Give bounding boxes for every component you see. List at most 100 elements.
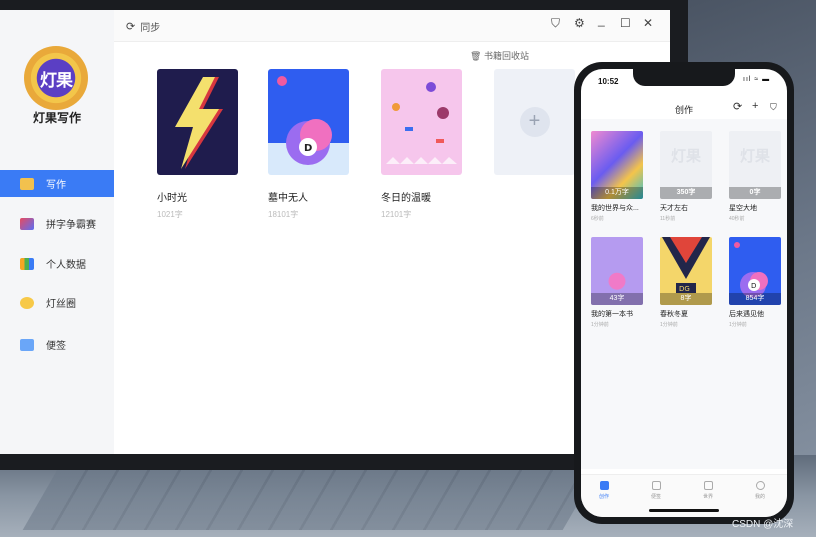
app-logo: 灯果 xyxy=(24,46,88,110)
globe-icon xyxy=(703,481,713,490)
add-book-cover: + xyxy=(494,69,575,175)
placeholder-logo: 灯果 xyxy=(670,148,701,165)
sidebar-item-contest[interactable]: 拼字争霸赛 xyxy=(0,210,114,237)
sidebar-item-label: 写作 xyxy=(46,180,66,191)
book-time: 6秒前 xyxy=(591,216,604,222)
phone-header: 创作 ⟳ + ⛉ xyxy=(581,95,787,121)
phone-book-card[interactable]: 灯果 350字 天才左右 11秒前 xyxy=(660,131,712,222)
phone-book-card[interactable]: DG 8字 春秋冬夏 1分钟前 xyxy=(660,237,712,328)
add-book-card[interactable]: + xyxy=(494,69,575,175)
word-count: 0.1万字 xyxy=(591,187,643,199)
book-cover: DG 8字 xyxy=(660,237,712,305)
sidebar-item-notes[interactable]: 便签 xyxy=(0,331,114,358)
book-meta: 1021字 xyxy=(157,210,183,219)
book-cover: 灯果 0字 xyxy=(729,131,781,199)
book-cover: 43字 xyxy=(591,237,643,305)
tab-notes[interactable]: 便签 xyxy=(636,481,676,500)
shirt-icon[interactable]: ⛉ xyxy=(551,16,560,31)
book-title: 我的第一本书 xyxy=(591,311,633,318)
book-card[interactable]: D 墓中无人 18101字 xyxy=(268,69,349,220)
word-count: 350字 xyxy=(660,187,712,199)
sidebar-item-label: 拼字争霸赛 xyxy=(46,220,96,231)
plus-icon: + xyxy=(519,107,550,137)
chart-icon xyxy=(20,257,34,270)
book-cover: 0.1万字 xyxy=(591,131,643,199)
user-icon xyxy=(755,481,765,490)
book-cover xyxy=(157,69,238,175)
home-indicator xyxy=(649,509,719,512)
book-title: 墓中无人 xyxy=(268,193,308,204)
book-time: 1分钟前 xyxy=(729,322,747,328)
book-title: 我的世界与众... xyxy=(591,205,639,212)
vs-icon xyxy=(20,217,34,230)
title-bar: ⟳ 同步 ⛉ ⚙ _ ☐ ✕ xyxy=(114,10,670,42)
recycle-label: 书籍回收站 xyxy=(483,51,529,61)
book-meta: 18101字 xyxy=(268,210,299,219)
sidebar-item-stats[interactable]: 个人数据 xyxy=(0,250,114,277)
tab-create[interactable]: 创作 xyxy=(584,481,624,500)
background-keyboard xyxy=(22,470,598,530)
sidebar-item-label: 个人数据 xyxy=(46,260,86,271)
cover-art xyxy=(386,82,457,164)
book-time: 11秒前 xyxy=(660,216,676,222)
cover-art: D xyxy=(277,76,332,165)
book-title: 小时光 xyxy=(157,193,187,204)
recycle-bin-link[interactable]: 🗑 书籍回收站 xyxy=(470,49,529,62)
book-title: 后来遇见他 xyxy=(729,311,764,318)
note-icon xyxy=(651,481,661,490)
tab-label: 我的 xyxy=(754,494,765,500)
book-title: 春秋冬夏 xyxy=(660,311,688,318)
svg-text:D: D xyxy=(304,143,312,154)
minimize-icon[interactable]: _ xyxy=(598,13,605,27)
placeholder-logo: 灯果 xyxy=(739,148,770,165)
sidebar-item-label: 便签 xyxy=(46,341,66,352)
phone-book-card[interactable]: 43字 我的第一本书 1分钟前 xyxy=(591,237,643,328)
sidebar-item-write[interactable]: 写作 xyxy=(0,170,114,197)
book-cover: D 854字 xyxy=(729,237,781,305)
phone-book-grid: 0.1万字 我的世界与众... 6秒前 灯果 350字 天才左右 11秒前 灯果 0… xyxy=(581,119,787,469)
book-title: 星空大地 xyxy=(729,205,757,212)
book-card[interactable]: 小时光 1021字 xyxy=(157,69,238,220)
phone-book-card[interactable]: 灯果 0字 星空大地 40秒前 xyxy=(729,131,781,222)
phone-frame: 10:52 ııl ≈ ▬ 创作 ⟳ + ⛉ 0.1万字 我的世界与众... 6… xyxy=(574,62,794,524)
phone-time: 10:52 xyxy=(598,77,619,86)
sync-label: 同步 xyxy=(140,23,161,34)
note-icon xyxy=(20,338,34,351)
settings-icon[interactable]: ⚙ xyxy=(574,16,585,30)
tab-me[interactable]: 我的 xyxy=(740,481,780,500)
phone-book-card[interactable]: 0.1万字 我的世界与众... 6秒前 xyxy=(591,131,643,222)
bulb-icon xyxy=(20,296,34,309)
tab-label: 创作 xyxy=(598,494,609,500)
book-cover: D xyxy=(268,69,349,175)
sync-button[interactable]: ⟳ 同步 xyxy=(126,19,160,34)
book-cover xyxy=(381,69,462,175)
pencil-icon xyxy=(20,177,34,190)
tab-label: 世界 xyxy=(702,494,713,500)
book-time: 1分钟前 xyxy=(660,322,678,328)
tab-world[interactable]: 世界 xyxy=(688,481,728,500)
phone-status-icons: ııl ≈ ▬ xyxy=(743,76,771,83)
refresh-icon: ⟳ xyxy=(126,21,136,33)
app-name: 灯果写作 xyxy=(32,111,81,125)
logo-text: 灯果 xyxy=(40,70,73,90)
word-count: 854字 xyxy=(729,293,781,305)
sidebar-item-circle[interactable]: 灯丝圈 xyxy=(0,289,114,316)
pen-icon xyxy=(599,481,609,490)
book-time: 1分钟前 xyxy=(591,322,609,328)
trash-icon[interactable]: ⛉ xyxy=(770,102,777,113)
plus-icon[interactable]: + xyxy=(752,100,758,112)
cover-badge: DG xyxy=(679,285,690,293)
book-card[interactable]: 冬日的温暖 12101字 xyxy=(381,69,462,220)
watermark: CSDN @沈深 xyxy=(732,519,794,530)
app-window: 灯果 灯果写作 写作 拼字争霸赛 个人数据 灯丝圈 便签 ⟳ 同步 ⛉ ⚙ _ … xyxy=(0,10,670,454)
book-cover: 灯果 350字 xyxy=(660,131,712,199)
lightning-icon xyxy=(175,77,223,169)
sidebar-item-label: 灯丝圈 xyxy=(46,299,76,310)
phone-screen: 10:52 ııl ≈ ▬ 创作 ⟳ + ⛉ 0.1万字 我的世界与众... 6… xyxy=(581,69,787,517)
phone-book-card[interactable]: D 854字 后来遇见他 1分钟前 xyxy=(729,237,781,328)
maximize-icon[interactable]: ☐ xyxy=(620,16,631,30)
tab-label: 便签 xyxy=(650,494,661,500)
close-icon[interactable]: ✕ xyxy=(643,16,653,30)
cover-badge: D xyxy=(751,282,756,290)
refresh-icon[interactable]: ⟳ xyxy=(733,100,742,113)
